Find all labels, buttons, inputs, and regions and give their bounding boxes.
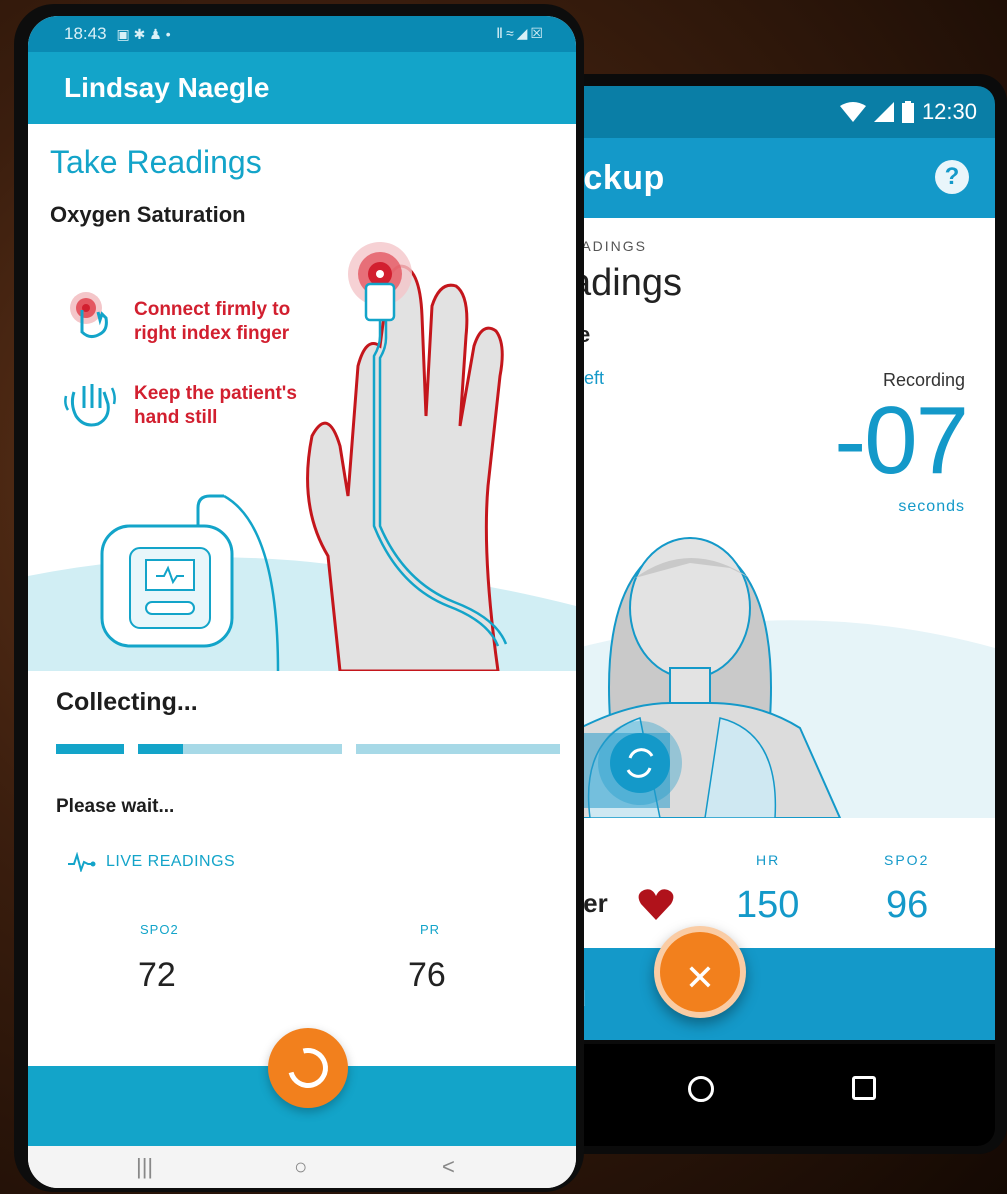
spo2-value: 96	[886, 884, 929, 926]
close-icon: ✕	[684, 957, 716, 998]
spo2-label: SPO2	[884, 852, 930, 868]
recents-button[interactable]: |||	[136, 1154, 153, 1180]
live-readings-header: LIVE READINGS	[68, 852, 235, 872]
back-button[interactable]: <	[442, 1154, 455, 1180]
instruction-connect: Connect firmly to right index finger	[134, 299, 291, 344]
page-heading: adings	[570, 262, 682, 304]
progress-segment-2	[138, 744, 342, 754]
patient-name: Lindsay Naegle	[64, 72, 270, 103]
status-system-icons: Ⅱ≈◢☒	[496, 25, 546, 41]
app-bar: eckup ?	[540, 138, 995, 218]
wait-message: Please wait...	[56, 796, 175, 817]
cell-signal-icon	[873, 102, 894, 122]
recording-unit: seconds	[898, 498, 965, 515]
status-notification-icons: ▣ ✱ ♟ •	[116, 25, 171, 42]
wifi-icon	[839, 102, 866, 122]
recording-countdown: -07	[834, 387, 969, 494]
live-readings-label: LIVE READINGS	[106, 853, 236, 870]
status-bar: 12:30	[540, 86, 995, 138]
torso-illustration	[540, 536, 995, 818]
progress-segment-1-fill	[56, 744, 124, 754]
pr-label: PR	[420, 922, 441, 937]
spo2-value: 72	[138, 956, 176, 994]
back-phone-screen: 12:30 eckup ? EADINGS adings e Left Reco…	[540, 86, 995, 1146]
progress-segment-2-fill	[138, 744, 183, 754]
hr-label: HR	[756, 852, 781, 868]
instruction-still: Keep the patient's hand still	[134, 383, 297, 428]
front-phone-screen: 18:43 ▣ ✱ ♟ • Ⅱ≈◢☒ Lindsay Naegle Take R…	[28, 16, 576, 1188]
reading-type: Oxygen Saturation	[50, 202, 246, 227]
status-bar: 18:43 ▣ ✱ ♟ • Ⅱ≈◢☒	[28, 16, 576, 52]
status-time: 12:30	[921, 99, 977, 124]
hand-still-icon	[64, 384, 116, 427]
spo2-label: SPO2	[140, 922, 179, 937]
pr-value: 76	[408, 956, 446, 994]
home-button[interactable]	[688, 1076, 714, 1102]
loading-spinner-icon	[280, 1040, 336, 1096]
status-time: 18:43	[64, 24, 107, 43]
battery-icon	[901, 101, 914, 123]
loading-fab-button[interactable]	[268, 1028, 348, 1108]
collection-progress	[56, 744, 560, 754]
hr-value: 150	[736, 884, 800, 926]
bottom-bar: ed	[540, 948, 995, 1040]
progress-segment-1	[56, 744, 124, 754]
finger-target-icon	[70, 292, 108, 339]
help-icon[interactable]: ?	[935, 160, 969, 194]
front-phone-device: 18:43 ▣ ✱ ♟ • Ⅱ≈◢☒ Lindsay Naegle Take R…	[14, 4, 584, 1192]
progress-segment-3	[356, 744, 560, 754]
cancel-fab-button[interactable]: ✕	[654, 926, 746, 1018]
vitals-strip: eter HR 150 SPO2 96	[540, 818, 995, 948]
app-bar: Lindsay Naegle	[28, 52, 576, 124]
system-nav-bar: ||| ○ <	[28, 1146, 576, 1188]
home-button[interactable]: ○	[294, 1154, 307, 1180]
pulse-wave-icon	[68, 852, 96, 872]
recents-button[interactable]	[852, 1076, 876, 1100]
collecting-status: Collecting...	[56, 688, 198, 716]
system-nav-bar	[540, 1044, 995, 1146]
page-title: Take Readings	[50, 144, 262, 180]
back-phone-device: 12:30 eckup ? EADINGS adings e Left Reco…	[540, 74, 1007, 1154]
readings-panel: EADINGS adings e Left Recording -07 seco…	[540, 218, 995, 818]
heart-icon	[638, 889, 674, 920]
